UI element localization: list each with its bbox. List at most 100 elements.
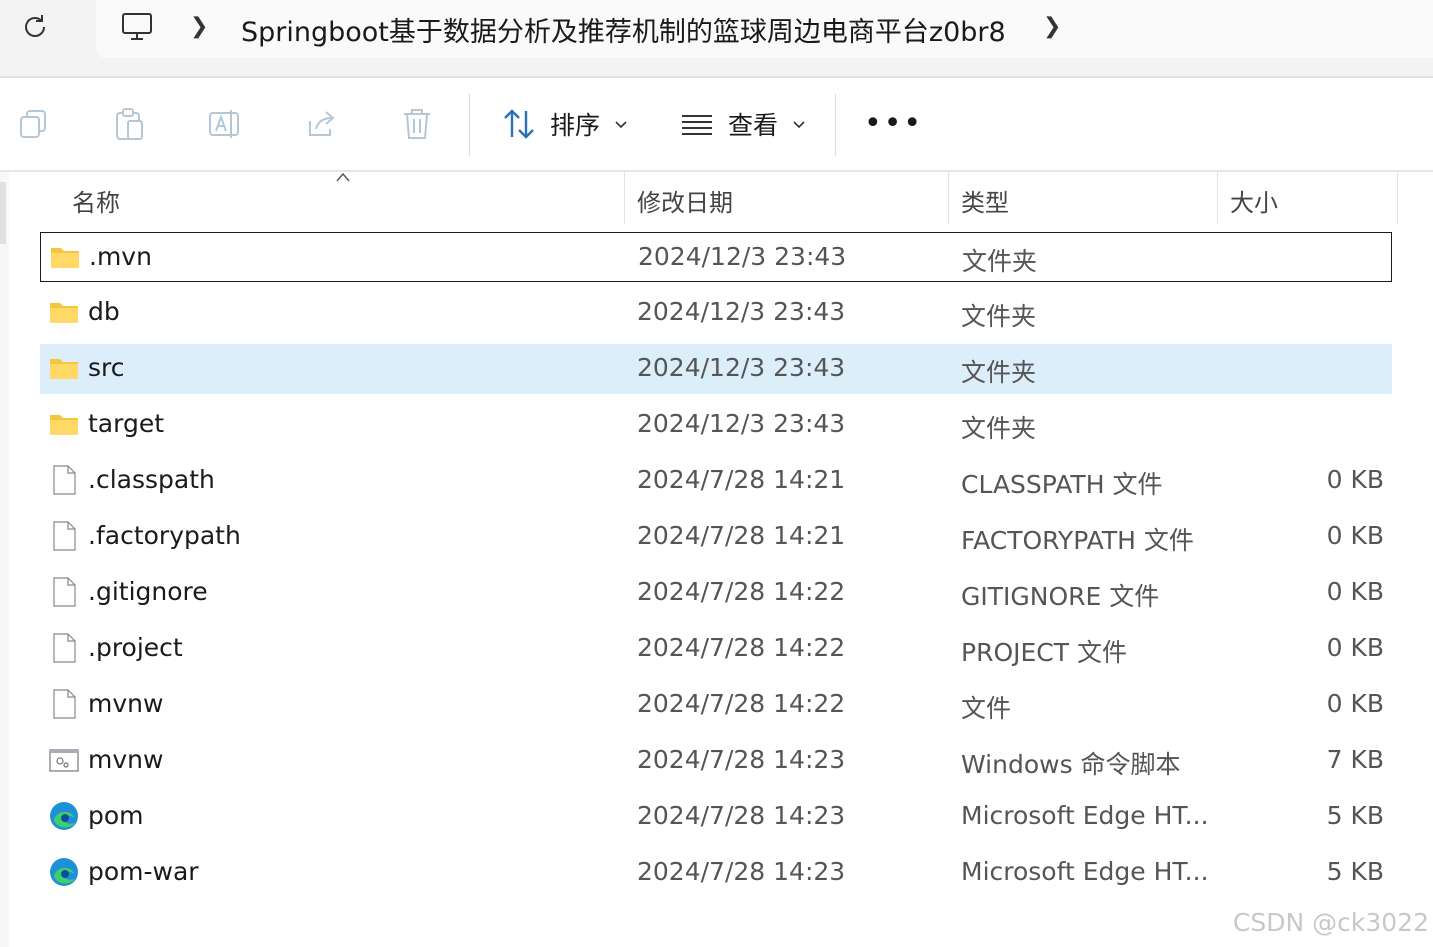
file-row[interactable]: .classpath 2024/7/28 14:21 CLASSPATH 文件 … [40, 456, 1392, 506]
breadcrumb-folder[interactable]: Springboot基于数据分析及推荐机制的篮球周边电商平台z0br8 [241, 10, 1006, 49]
scrollbar-thumb[interactable] [0, 182, 6, 244]
file-row[interactable]: .factorypath 2024/7/28 14:21 FACTORYPATH… [40, 512, 1392, 562]
file-type: CLASSPATH 文件 [961, 470, 1163, 499]
file-row[interactable]: db 2024/12/3 23:43 文件夹 [40, 288, 1392, 338]
file-type: PROJECT 文件 [961, 638, 1127, 667]
file-size: 0 KB [1326, 521, 1384, 550]
navigation-pane-edge[interactable] [0, 172, 9, 947]
file-date: 2024/12/3 23:43 [637, 409, 846, 438]
sort-icon [504, 109, 534, 139]
file-name: db [88, 297, 120, 326]
file-type: Microsoft Edge HT... [961, 857, 1209, 886]
file-row[interactable]: src 2024/12/3 23:43 文件夹 [40, 344, 1392, 394]
column-divider[interactable] [948, 172, 949, 224]
file-type: Windows 命令脚本 [961, 750, 1181, 779]
file-name: pom [88, 801, 144, 830]
file-date: 2024/12/3 23:43 [638, 242, 847, 271]
more-options-button[interactable]: ••• [864, 109, 923, 139]
column-divider[interactable] [624, 172, 625, 224]
file-row[interactable]: target 2024/12/3 23:43 文件夹 [40, 400, 1392, 450]
file-type: 文件夹 [961, 358, 1037, 387]
refresh-icon[interactable] [20, 12, 50, 42]
folder-icon [50, 359, 78, 379]
file-type: Microsoft Edge HT... [961, 801, 1209, 830]
column-divider[interactable] [1217, 172, 1218, 224]
watermark: CSDN @ck3022 [1232, 908, 1429, 937]
toolbar-divider [469, 94, 470, 156]
toolbar-divider [835, 94, 836, 156]
file-date: 2024/12/3 23:43 [637, 353, 846, 382]
file-date: 2024/7/28 14:23 [637, 745, 846, 774]
file-name: pom-war [88, 857, 199, 886]
file-date: 2024/7/28 14:22 [637, 633, 846, 662]
file-row[interactable]: mvnw 2024/7/28 14:22 文件 0 KB [40, 680, 1392, 730]
rename-icon[interactable] [208, 107, 242, 141]
file-name: src [88, 353, 125, 382]
column-header-type[interactable]: 类型 [961, 183, 1009, 218]
file-icon [53, 521, 76, 551]
column-header-date[interactable]: 修改日期 [637, 183, 733, 218]
view-label: 查看 [728, 111, 779, 140]
file-date: 2024/7/28 14:23 [637, 857, 846, 886]
file-size: 5 KB [1326, 857, 1384, 886]
view-icon [682, 115, 712, 135]
file-date: 2024/12/3 23:43 [637, 297, 846, 326]
address-bar-area: ❯ Springboot基于数据分析及推荐机制的篮球周边电商平台z0br8 ❯ [0, 0, 1433, 78]
file-size: 0 KB [1326, 465, 1384, 494]
chevron-down-icon [615, 121, 627, 129]
view-button[interactable]: 查看 [680, 100, 806, 148]
copy-icon[interactable] [17, 107, 51, 141]
file-row[interactable]: .mvn 2024/12/3 23:43 文件夹 [40, 232, 1392, 282]
file-row[interactable]: .gitignore 2024/7/28 14:22 GITIGNORE 文件 … [40, 568, 1392, 618]
file-type: FACTORYPATH 文件 [961, 526, 1194, 555]
file-type: 文件 [961, 694, 1012, 723]
column-header-size[interactable]: 大小 [1230, 183, 1278, 218]
this-pc-icon[interactable] [120, 10, 154, 44]
file-name: .gitignore [88, 577, 208, 606]
delete-icon[interactable] [400, 107, 434, 141]
file-row[interactable]: pom-war 2024/7/28 14:23 Microsoft Edge H… [40, 848, 1392, 898]
file-list: .mvn 2024/12/3 23:43 文件夹 db 2024/12/3 23… [40, 232, 1392, 904]
file-icon [53, 465, 76, 495]
command-bar: 排序 查看 ••• [0, 78, 1433, 172]
file-date: 2024/7/28 14:21 [637, 521, 846, 550]
file-name: mvnw [88, 689, 164, 718]
file-icon [53, 689, 76, 719]
file-date: 2024/7/28 14:23 [637, 801, 846, 830]
file-row[interactable]: mvnw 2024/7/28 14:23 Windows 命令脚本 7 KB [40, 736, 1392, 786]
file-size: 0 KB [1326, 689, 1384, 718]
chevron-right-icon[interactable]: ❯ [190, 14, 208, 39]
folder-icon [51, 248, 79, 268]
file-date: 2024/7/28 14:22 [637, 577, 846, 606]
file-name: .mvn [89, 242, 152, 271]
file-icon [53, 577, 76, 607]
file-size: 7 KB [1326, 745, 1384, 774]
file-row[interactable]: pom 2024/7/28 14:23 Microsoft Edge HT...… [40, 792, 1392, 842]
share-icon[interactable] [304, 107, 338, 141]
chevron-down-icon [793, 121, 805, 129]
file-name: .factorypath [88, 521, 241, 550]
file-icon [53, 633, 76, 663]
file-name: .classpath [88, 465, 215, 494]
file-date: 2024/7/28 14:22 [637, 689, 846, 718]
sort-button[interactable]: 排序 [502, 100, 628, 148]
column-header-row: 名称 修改日期 类型 大小 [40, 172, 1398, 224]
paste-icon[interactable] [112, 107, 146, 141]
file-type: GITIGNORE 文件 [961, 582, 1160, 611]
file-name: .project [88, 633, 183, 662]
edge-icon [50, 802, 78, 830]
file-date: 2024/7/28 14:21 [637, 465, 846, 494]
file-size: 5 KB [1326, 801, 1384, 830]
file-type: 文件夹 [961, 414, 1037, 443]
file-size: 0 KB [1326, 577, 1384, 606]
file-type: 文件夹 [962, 247, 1038, 276]
file-row[interactable]: .project 2024/7/28 14:22 PROJECT 文件 0 KB [40, 624, 1392, 674]
chevron-right-icon[interactable]: ❯ [1043, 14, 1061, 39]
file-type: 文件夹 [961, 302, 1037, 331]
column-header-name[interactable]: 名称 [72, 183, 120, 218]
folder-icon [50, 303, 78, 323]
file-name: target [88, 409, 165, 438]
file-size: 0 KB [1326, 633, 1384, 662]
column-divider[interactable] [1397, 172, 1398, 224]
folder-icon [50, 415, 78, 435]
